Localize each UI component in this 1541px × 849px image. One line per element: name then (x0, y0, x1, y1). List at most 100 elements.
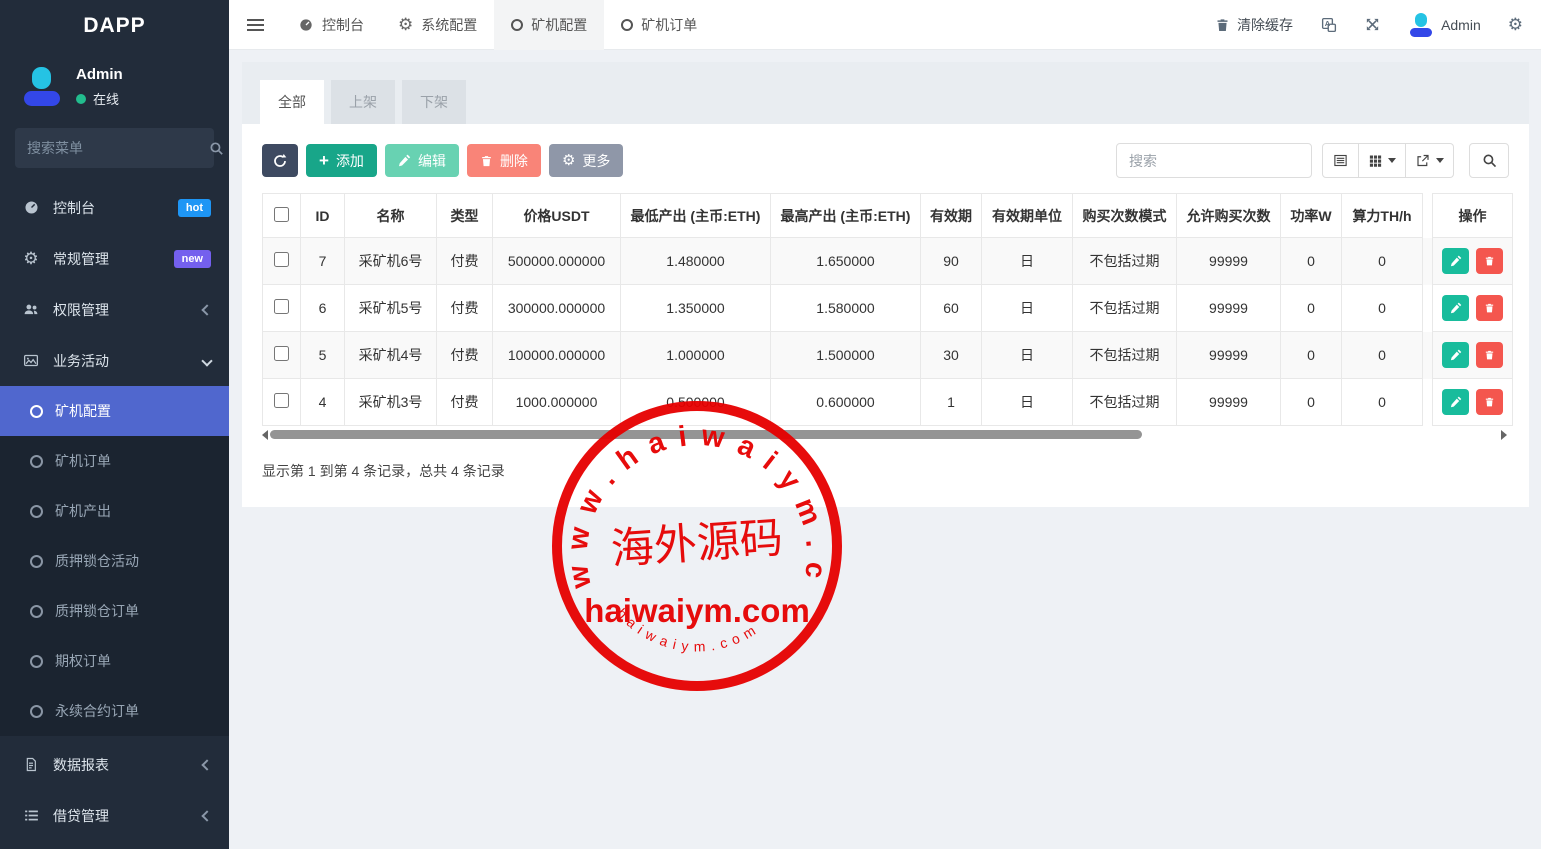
table-header-row: ID 名称 类型 价格USDT 最低产出 (主币:ETH) 最高产出 (主币:E… (263, 194, 1513, 238)
avatar (22, 67, 62, 107)
table-search-input[interactable] (1116, 143, 1312, 178)
avatar (1408, 12, 1434, 38)
tab-console[interactable]: 控制台 (281, 0, 381, 50)
record-info: 显示第 1 到第 4 条记录，总共 4 条记录 (262, 461, 1509, 481)
dashboard-icon (298, 17, 314, 33)
table-row: 4 采矿机3号 付费 1000.000000 0.500000 0.600000… (263, 379, 1513, 426)
tab-label: 控制台 (322, 15, 364, 35)
tab-label: 矿机配置 (531, 15, 587, 35)
online-dot-icon (76, 94, 86, 104)
row-edit-button[interactable] (1442, 342, 1469, 368)
table-row: 7 采矿机6号 付费 500000.000000 1.480000 1.6500… (263, 238, 1513, 285)
business-submenu: 矿机配置 矿机订单 矿机产出 质押锁仓活动 质押锁仓订单 期权订单 (0, 386, 229, 736)
horizontal-scrollbar (262, 427, 1509, 441)
row-edit-button[interactable] (1442, 389, 1469, 415)
sidebar-item-label: 借贷管理 (53, 806, 203, 826)
circle-icon (30, 555, 43, 568)
more-button[interactable]: ⚙ 更多 (549, 144, 623, 177)
tab-all[interactable]: 全部 (260, 80, 324, 124)
col-actions: 操作 (1433, 194, 1513, 238)
detail-view-button[interactable] (1322, 143, 1359, 178)
circle-icon (621, 19, 633, 31)
row-checkbox[interactable] (274, 346, 289, 361)
sidebar-item-lending[interactable]: 借贷管理 (0, 790, 229, 841)
sidebar-search (15, 128, 214, 168)
col-period: 有效期 (921, 194, 982, 238)
tab-off-shelf[interactable]: 下架 (402, 80, 466, 124)
user-name: Admin (76, 66, 123, 83)
scroll-left-arrow-icon[interactable] (262, 430, 268, 440)
col-hashrate: 算力TH/h (1342, 194, 1423, 238)
clear-cache-button[interactable]: 清除缓存 (1201, 0, 1307, 50)
circle-icon (511, 19, 523, 31)
miner-config-panel: 全部 上架 下架 + 添加 编 (242, 62, 1529, 507)
trash-icon (1215, 17, 1230, 33)
row-edit-button[interactable] (1442, 248, 1469, 274)
topbar: 控制台 ⚙ 系统配置 矿机配置 矿机订单 清除缓存 A (229, 0, 1541, 50)
settings-gear-icon[interactable]: ⚙ (1495, 0, 1541, 50)
language-icon[interactable]: A (1307, 0, 1351, 50)
sidebar-item-perpetual-orders[interactable]: 永续合约订单 (0, 686, 229, 736)
row-checkbox[interactable] (274, 252, 289, 267)
select-all-checkbox[interactable] (274, 207, 289, 222)
col-id: ID (301, 194, 345, 238)
miner-table: ID 名称 类型 价格USDT 最低产出 (主币:ETH) 最高产出 (主币:E… (262, 193, 1513, 426)
columns-button[interactable] (1359, 143, 1406, 178)
row-delete-button[interactable] (1476, 342, 1503, 368)
tab-miner-orders[interactable]: 矿机订单 (604, 0, 714, 50)
row-delete-button[interactable] (1476, 295, 1503, 321)
admin-label: Admin (1441, 17, 1481, 33)
table-row: 6 采矿机5号 付费 300000.000000 1.350000 1.5800… (263, 285, 1513, 332)
sidebar-item-console[interactable]: 控制台 hot (0, 182, 229, 233)
sidebar-item-general[interactable]: ⚙ 常规管理 new (0, 233, 229, 284)
scrollbar-thumb[interactable] (270, 430, 1142, 439)
refresh-button[interactable] (262, 144, 298, 177)
circle-icon (30, 405, 43, 418)
circle-icon (30, 505, 43, 518)
admin-menu[interactable]: Admin (1394, 0, 1495, 50)
circle-icon (30, 605, 43, 618)
fullscreen-icon[interactable] (1351, 0, 1394, 50)
document-icon (22, 756, 40, 773)
sidebar-item-miner-orders[interactable]: 矿机订单 (0, 436, 229, 486)
tab-system-config[interactable]: ⚙ 系统配置 (381, 0, 494, 50)
sidebar-item-label: 矿机配置 (55, 401, 111, 421)
tab-on-shelf[interactable]: 上架 (331, 80, 395, 124)
scroll-right-arrow-icon[interactable] (1501, 430, 1507, 440)
row-delete-button[interactable] (1476, 248, 1503, 274)
sidebar-item-label: 常规管理 (53, 249, 174, 269)
actions-cell (1433, 332, 1513, 379)
row-checkbox[interactable] (274, 393, 289, 408)
dashboard-icon (22, 199, 40, 216)
sidebar-item-label: 质押锁仓活动 (55, 551, 139, 571)
gear-icon: ⚙ (562, 153, 575, 168)
row-delete-button[interactable] (1476, 389, 1503, 415)
edit-button[interactable]: 编辑 (385, 144, 459, 177)
tab-miner-config[interactable]: 矿机配置 (494, 0, 604, 50)
plus-icon: + (319, 152, 329, 169)
sidebar-item-miner-config[interactable]: 矿机配置 (0, 386, 229, 436)
sidebar-item-permission[interactable]: 权限管理 (0, 284, 229, 335)
user-panel: Admin 在线 (0, 52, 229, 118)
col-unit: 有效期单位 (982, 194, 1073, 238)
sidebar-item-reports[interactable]: 数据报表 (0, 739, 229, 790)
sidebar-item-stake-orders[interactable]: 质押锁仓订单 (0, 586, 229, 636)
search-button[interactable] (1469, 143, 1509, 178)
export-button[interactable] (1406, 143, 1454, 178)
gear-icon: ⚙ (398, 16, 413, 33)
row-edit-button[interactable] (1442, 295, 1469, 321)
sidebar-item-miner-output[interactable]: 矿机产出 (0, 486, 229, 536)
delete-button[interactable]: 删除 (467, 144, 541, 177)
sidebar-search-input[interactable] (27, 140, 208, 156)
row-checkbox[interactable] (274, 299, 289, 314)
col-name: 名称 (345, 194, 437, 238)
sidebar-item-label: 永续合约订单 (55, 701, 139, 721)
sidebar-item-stake-activity[interactable]: 质押锁仓活动 (0, 536, 229, 586)
chevron-left-icon (201, 810, 212, 821)
sidebar-item-option-orders[interactable]: 期权订单 (0, 636, 229, 686)
sidebar-item-business[interactable]: 业务活动 (0, 335, 229, 386)
sidebar-item-label: 权限管理 (53, 300, 203, 320)
add-button[interactable]: + 添加 (306, 144, 377, 177)
menu-toggle-button[interactable] (229, 0, 281, 50)
caret-down-icon (1388, 158, 1396, 163)
